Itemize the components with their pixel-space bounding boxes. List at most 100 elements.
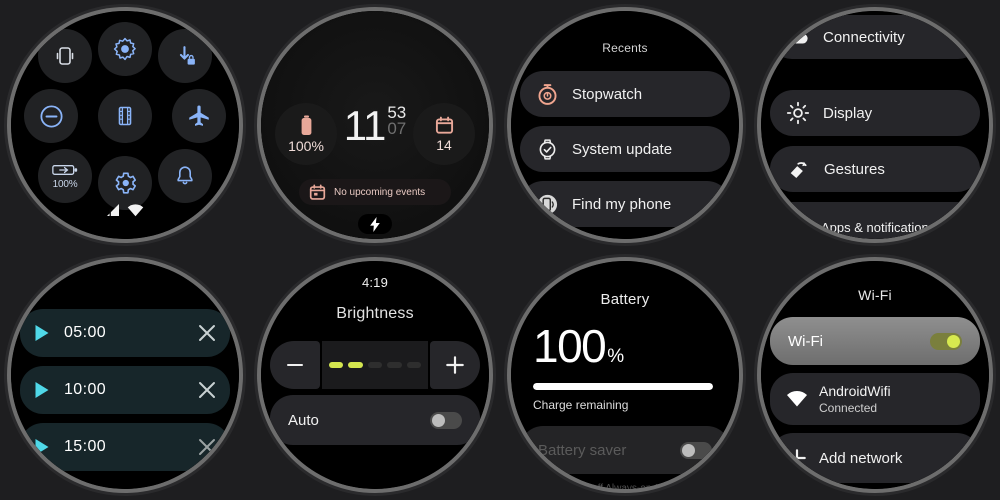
watch-cell-wifi: Wi-Fi Wi-Fi AndroidWifi Connected Add ne… — [750, 250, 1000, 500]
wifi-add-network-row[interactable]: Add network — [770, 433, 980, 483]
brightness-track[interactable] — [322, 341, 428, 389]
brightness-increase-button[interactable] — [430, 341, 480, 389]
watch-cell-timers: 05:00 10:00 15:00 — [0, 250, 250, 500]
settings-item-connectivity[interactable]: Connectivity — [770, 15, 980, 59]
watch-frame: 4:19 Brightness Auto — [261, 261, 489, 489]
battery-saver-row[interactable]: Battery saver — [520, 426, 730, 474]
recents-item-find-my-phone[interactable]: Find my phone — [520, 181, 730, 227]
wifi-network-row[interactable]: AndroidWifi Connected — [770, 373, 980, 425]
qs-tile-do-not-disturb[interactable] — [24, 89, 78, 143]
watch-cell-quick-settings: 100% — [0, 0, 250, 250]
settings-item-gestures[interactable]: Gestures — [770, 146, 980, 192]
wifi-toggle-row[interactable]: Wi-Fi — [770, 317, 980, 365]
stopwatch-icon — [538, 83, 557, 105]
brightness-segment — [387, 362, 402, 368]
qs-tile-brightness[interactable] — [98, 22, 152, 76]
complication-battery-value: 100% — [288, 137, 324, 154]
play-icon[interactable] — [34, 438, 51, 456]
timer-row[interactable]: 05:00 — [20, 309, 230, 357]
battery-percent: 100 % — [533, 323, 624, 369]
timer-row[interactable]: 15:00 — [20, 423, 230, 471]
watch-frame: 100% — [11, 11, 239, 239]
touch-lock-icon — [179, 45, 195, 65]
close-icon[interactable] — [198, 438, 216, 456]
watch-check-icon — [539, 138, 556, 160]
gear-icon — [115, 172, 136, 194]
qs-tile-battery-saver[interactable]: 100% — [38, 149, 92, 203]
recents-item-system-update[interactable]: System update — [520, 126, 730, 172]
watch-screen-battery: Battery 100 % Charge remaining Battery s… — [511, 261, 739, 489]
watch-screen-wifi: Wi-Fi Wi-Fi AndroidWifi Connected Add ne… — [761, 261, 989, 489]
battery-saver-icon — [52, 165, 78, 175]
qs-tile-airplane-mode[interactable] — [172, 89, 226, 143]
timer-duration: 05:00 — [64, 324, 107, 341]
qs-tile-battery-label: 100% — [52, 179, 78, 190]
watch-cell-watchface: 100% 14 11 53 07 No upcoming events — [250, 0, 500, 250]
battery-title: Battery — [600, 291, 650, 308]
complication-battery[interactable]: 100% — [275, 103, 337, 165]
recents-item-label: Stopwatch — [572, 85, 643, 103]
watch-cell-brightness: 4:19 Brightness Auto — [250, 250, 500, 500]
qs-tile-touch-lock[interactable] — [158, 29, 212, 83]
battery-subtitle: Charge remaining — [533, 398, 629, 412]
qs-tile-ring-volume[interactable] — [158, 149, 212, 203]
settings-item-label: Gestures — [824, 160, 885, 178]
watch-frame: 100% 14 11 53 07 No upcoming events — [261, 11, 489, 239]
close-icon[interactable] — [198, 381, 216, 399]
wifi-icon — [786, 391, 808, 407]
find-phone-icon — [537, 194, 558, 214]
do-not-disturb-icon — [39, 104, 63, 128]
brightness-decrease-button[interactable] — [270, 341, 320, 389]
recents-item-stopwatch[interactable]: Stopwatch — [520, 71, 730, 117]
brightness-title: Brightness — [336, 305, 414, 322]
play-icon[interactable] — [34, 381, 51, 399]
settings-item-label: Apps & notifications — [821, 220, 936, 235]
wifi-add-network-label: Add network — [819, 449, 903, 467]
battery-percent-value: 100 — [533, 320, 607, 372]
gesture-icon — [790, 161, 807, 178]
qs-tile-theater-mode[interactable] — [98, 89, 152, 143]
complication-event-chip[interactable]: No upcoming events — [299, 179, 451, 205]
charging-bolt-icon — [369, 216, 380, 232]
watch-frame: Battery 100 % Charge remaining Battery s… — [511, 261, 739, 489]
watch-cell-battery: Battery 100 % Charge remaining Battery s… — [500, 250, 750, 500]
wifi-icon — [127, 204, 144, 217]
qs-tile-settings[interactable] — [98, 156, 152, 210]
battery-progress-bar — [533, 383, 713, 390]
settings-item-display[interactable]: Display — [770, 90, 980, 136]
auto-brightness-toggle[interactable] — [430, 411, 462, 429]
auto-brightness-row[interactable]: Auto — [270, 395, 480, 445]
watch-screen-settings: Connectivity Display Gestures Apps & not… — [761, 11, 989, 239]
battery-progress-fill — [533, 383, 713, 390]
timer-duration: 10:00 — [64, 381, 107, 398]
wifi-toggle[interactable] — [930, 332, 962, 350]
recents-item-label: Find my phone — [572, 195, 672, 213]
watch-screen-watchface: 100% 14 11 53 07 No upcoming events — [261, 11, 489, 239]
watch-cell-recents: Recents Stopwatch System update Find my … — [500, 0, 750, 250]
bell-icon — [177, 166, 193, 185]
qs-tile-phone-vibrate[interactable] — [38, 29, 92, 83]
watch-screens-grid: 100% 100% 14 11 53 07 No upcoming events… — [0, 0, 1000, 500]
complication-calendar[interactable]: 14 — [413, 103, 475, 165]
brightness-icon — [113, 37, 136, 61]
status-bar — [11, 204, 239, 217]
cloud-icon — [788, 29, 808, 44]
watch-frame: Connectivity Display Gestures Apps & not… — [761, 11, 989, 239]
phone-vibrate-icon — [56, 47, 74, 65]
close-icon[interactable] — [198, 324, 216, 342]
battery-icon — [301, 115, 311, 135]
airplane-mode-icon — [189, 105, 209, 126]
play-icon[interactable] — [34, 324, 51, 342]
watch-screen-timers: 05:00 10:00 15:00 — [11, 261, 239, 489]
brightness-slider[interactable] — [270, 341, 480, 389]
watchface-minute-bottom: 07 — [387, 119, 407, 138]
watchface-hour: 11 — [343, 102, 387, 149]
recents-item-label: System update — [572, 140, 673, 158]
settings-item-apps-notifications[interactable]: Apps & notifications — [770, 202, 980, 239]
battery-saver-hint: Turns off Always-on Screen — [564, 483, 686, 489]
watch-frame: Wi-Fi Wi-Fi AndroidWifi Connected Add ne… — [761, 261, 989, 489]
timer-row[interactable]: 10:00 — [20, 366, 230, 414]
timer-duration: 15:00 — [64, 438, 107, 455]
theater-mode-icon — [118, 106, 132, 126]
battery-saver-toggle[interactable] — [680, 441, 712, 459]
